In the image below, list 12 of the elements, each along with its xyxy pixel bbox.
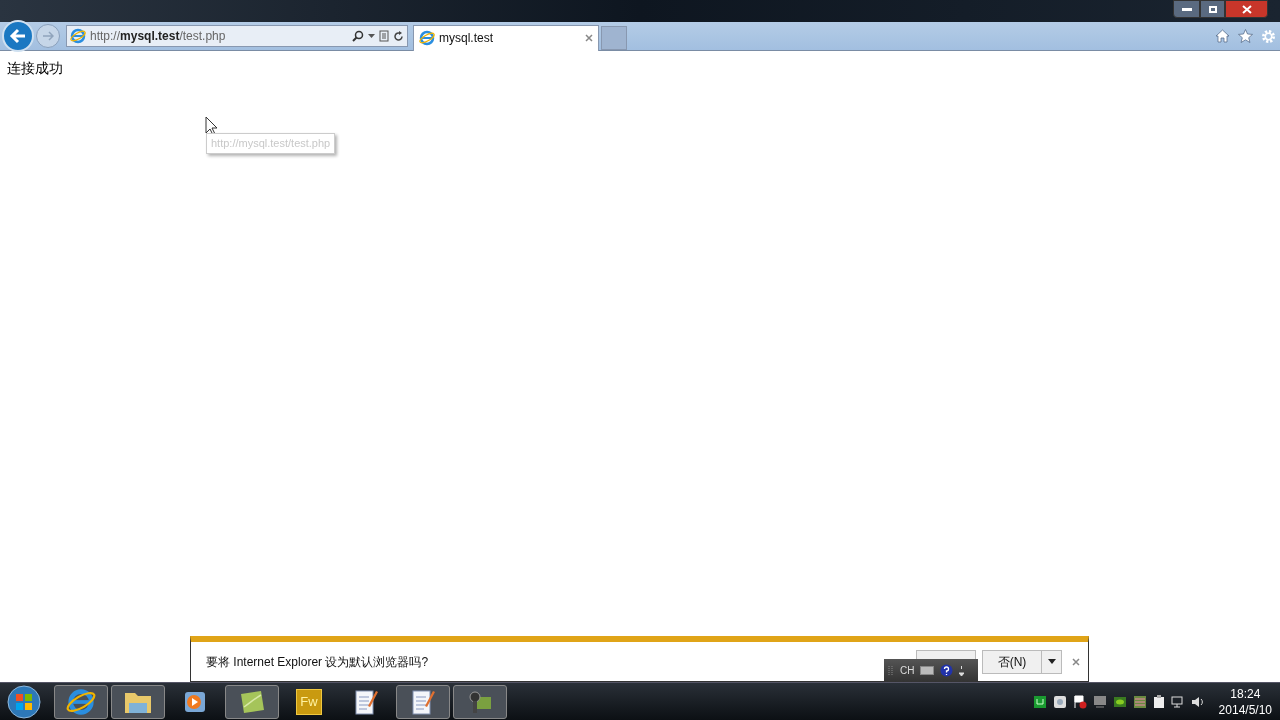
tab-title: mysql.test: [439, 30, 493, 47]
browser-tab[interactable]: mysql.test: [413, 24, 599, 51]
clock-time: 18:24: [1230, 685, 1261, 702]
address-bar[interactable]: http://mysql.test/test.php: [66, 25, 408, 47]
notification-message: 要将 Internet Explorer 设为默认浏览器吗?: [206, 653, 429, 671]
no-button[interactable]: 否(N): [982, 649, 1042, 674]
clock[interactable]: 18:24 2014/5/10: [1218, 685, 1272, 718]
language-label[interactable]: CH: [900, 663, 915, 678]
page-text: 连接成功: [7, 59, 64, 78]
address-url: http://mysql.test/test.php: [90, 28, 226, 45]
clock-date: 2014/5/10: [1218, 701, 1272, 718]
fireworks-icon: Fw: [296, 688, 322, 715]
